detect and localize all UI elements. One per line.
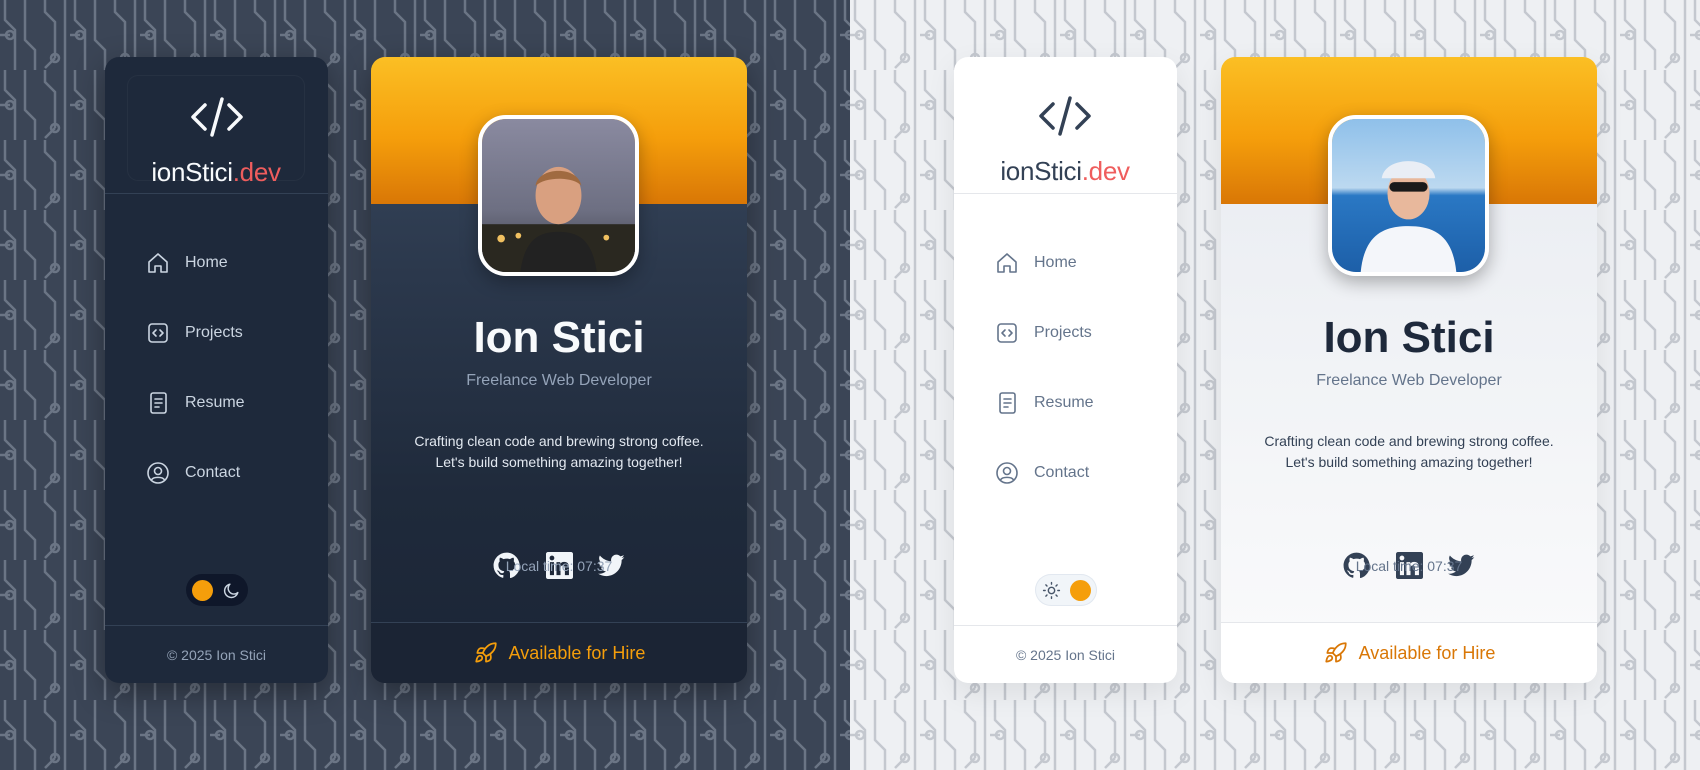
hire-button[interactable]: Available for Hire	[1221, 622, 1597, 683]
nav-item-projects[interactable]: Projects	[975, 307, 1155, 359]
code-brackets-icon	[1039, 96, 1091, 136]
rocket-icon	[1325, 642, 1347, 663]
nav-item-home[interactable]: Home	[126, 237, 306, 289]
nav-item-resume[interactable]: Resume	[126, 377, 306, 429]
brand-name: ionStici.dev	[151, 157, 281, 187]
avatar	[1328, 115, 1489, 276]
profile-name: Ion Stici	[1323, 313, 1495, 362]
profile-card: Ion Stici Freelance Web Developer Crafti…	[1221, 57, 1597, 683]
bio-line: Let's build something amazing together!	[1285, 454, 1533, 470]
profile-name: Ion Stici	[473, 313, 645, 362]
local-time: Local time: 07:37	[1355, 558, 1463, 574]
nav-item-projects[interactable]: Projects	[126, 307, 306, 359]
profile-bio: Crafting clean code and brewing strong c…	[391, 431, 727, 473]
avatar-photo	[482, 119, 635, 272]
toggle-knob	[1070, 580, 1091, 601]
hire-button[interactable]: Available for Hire	[371, 622, 747, 683]
avatar-photo	[1332, 119, 1485, 272]
toggle-knob	[192, 580, 213, 601]
profile-role: Freelance Web Developer	[466, 372, 652, 389]
brand-logo[interactable]: ionStici.dev	[975, 74, 1155, 186]
avatar	[478, 115, 639, 276]
hire-label: Available for Hire	[1358, 642, 1496, 663]
code-file-icon	[148, 323, 168, 343]
nav-label: Resume	[1034, 394, 1094, 411]
nav-label: Contact	[1034, 464, 1090, 481]
profile-card: Ion Stici Freelance Web Developer Crafti…	[371, 57, 747, 683]
nav-item-home[interactable]: Home	[975, 237, 1155, 289]
nav-item-contact[interactable]: Contact	[126, 447, 306, 499]
code-brackets-icon	[191, 97, 243, 137]
document-icon	[999, 392, 1016, 414]
nav-item-contact[interactable]: Contact	[975, 447, 1155, 499]
sidebar: ionStici.dev Home Projects Resume Contac…	[105, 57, 328, 683]
divider	[954, 625, 1177, 626]
copyright-text: © 2025 Ion Stici	[166, 647, 267, 663]
brand-logo[interactable]: ionStici.dev	[126, 74, 306, 187]
theme-toggle[interactable]	[1035, 574, 1097, 606]
document-icon	[150, 392, 167, 414]
nav-label: Home	[1034, 254, 1077, 271]
profile-bio: Crafting clean code and brewing strong c…	[1241, 431, 1577, 473]
divider	[954, 193, 1177, 194]
dark-theme-preview: ionStici.dev Home Projects Resume Contac…	[0, 0, 850, 770]
theme-toggle[interactable]	[186, 574, 248, 606]
home-icon	[997, 253, 1017, 273]
user-circle-icon	[147, 462, 169, 484]
nav-label: Projects	[1034, 324, 1092, 341]
rocket-icon	[475, 642, 497, 663]
hire-label: Available for Hire	[508, 642, 646, 663]
nav-label: Projects	[185, 324, 243, 341]
nav-item-resume[interactable]: Resume	[975, 377, 1155, 429]
divider	[105, 193, 328, 194]
nav-label: Home	[185, 254, 228, 271]
bio-line: Crafting clean code and brewing strong c…	[1264, 433, 1554, 449]
bio-line: Let's build something amazing together!	[435, 454, 683, 470]
bio-line: Crafting clean code and brewing strong c…	[414, 433, 704, 449]
code-file-icon	[997, 323, 1017, 343]
moon-icon	[223, 583, 239, 599]
brand-name: ionStici.dev	[1000, 156, 1130, 186]
local-time: Local time: 07:37	[505, 558, 613, 574]
sidebar: ionStici.dev Home Projects Resume Contac…	[954, 57, 1177, 683]
nav-label: Resume	[185, 394, 245, 411]
nav-label: Contact	[185, 464, 241, 481]
user-circle-icon	[996, 462, 1018, 484]
divider	[105, 625, 328, 626]
profile-role: Freelance Web Developer	[1316, 372, 1502, 389]
sun-icon	[1042, 581, 1061, 600]
copyright-text: © 2025 Ion Stici	[1015, 647, 1116, 663]
home-icon	[148, 253, 168, 273]
light-theme-preview: ionStici.dev Home Projects Resume Contac…	[850, 0, 1700, 770]
